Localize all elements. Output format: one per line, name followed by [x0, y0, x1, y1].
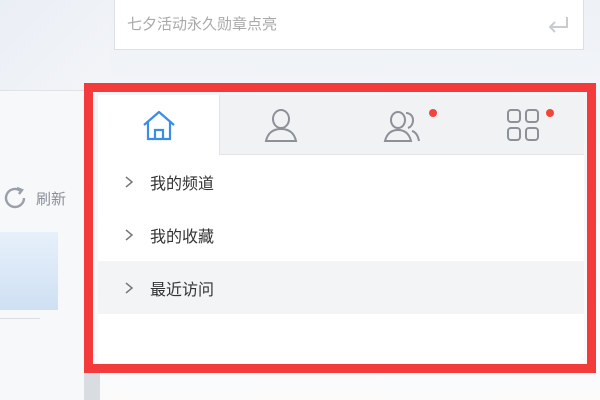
home-icon: [142, 110, 175, 141]
chevron-right-icon: [125, 175, 134, 188]
tab-home[interactable]: [98, 95, 221, 155]
friends-icon: [383, 110, 421, 142]
menu-list: 我的频道 我的收藏 最近访问: [98, 155, 584, 314]
menu-item-label: 我的收藏: [150, 226, 215, 246]
tab-bar: [98, 95, 584, 155]
enter-icon[interactable]: [543, 12, 573, 36]
thumbnail-image[interactable]: [0, 232, 58, 310]
scroll-track: [84, 373, 100, 400]
notification-badge: [428, 109, 437, 117]
tab-apps[interactable]: [462, 95, 584, 155]
refresh-label: 刷新: [36, 189, 67, 208]
search-input[interactable]: [115, 0, 515, 48]
quick-panel: 我的频道 我的收藏 最近访问: [98, 95, 584, 363]
search-box[interactable]: [114, 0, 584, 50]
chevron-right-icon: [125, 228, 134, 241]
menu-item-my-channels[interactable]: 我的频道: [98, 155, 584, 208]
tab-friends[interactable]: [341, 95, 463, 155]
top-left-background: [0, 0, 110, 90]
notification-badge: [545, 109, 554, 117]
menu-item-recent-visits[interactable]: 最近访问: [98, 261, 584, 314]
chevron-right-icon: [125, 281, 134, 294]
menu-item-label: 最近访问: [150, 279, 215, 299]
menu-item-my-favorites[interactable]: 我的收藏: [98, 208, 584, 261]
refresh-button[interactable]: 刷新: [2, 186, 66, 210]
app-window: 刷新: [0, 0, 600, 400]
tab-profile[interactable]: [220, 95, 342, 155]
divider: [0, 90, 92, 91]
divider: [0, 318, 40, 319]
menu-item-label: 我的频道: [150, 173, 215, 193]
refresh-icon: [4, 186, 26, 209]
user-icon: [264, 108, 298, 142]
grid-apps-icon: [507, 108, 540, 141]
